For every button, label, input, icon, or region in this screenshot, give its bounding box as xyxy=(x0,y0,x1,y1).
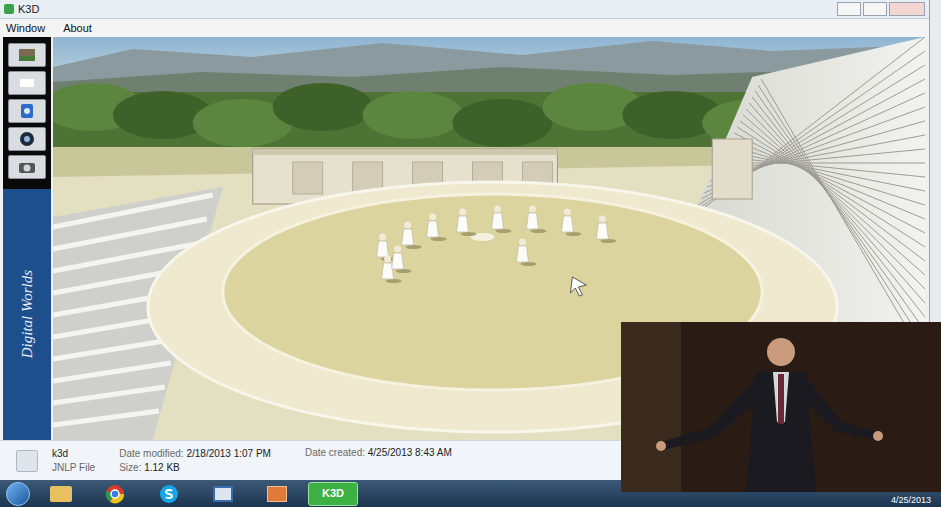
logo: Digital Worlds xyxy=(3,189,51,440)
chrome-icon xyxy=(105,484,125,504)
media-icon xyxy=(267,486,287,502)
window-icon xyxy=(213,486,233,502)
menu-bar: Window About xyxy=(0,19,929,37)
media-taskbar-button[interactable] xyxy=(254,482,300,506)
skype-icon xyxy=(159,484,179,504)
eye-button-icon xyxy=(16,130,38,148)
camera-button[interactable] xyxy=(8,155,46,179)
screen: K3D Window About Digital Worlds k3dJNLP File… xyxy=(0,0,941,507)
detail-field: Date modified: 2/18/2013 1:07 PM xyxy=(119,447,271,461)
menu-item[interactable]: About xyxy=(63,20,92,37)
minimize-button[interactable] xyxy=(837,2,861,16)
skype-taskbar-button[interactable] xyxy=(146,482,192,506)
view-button-icon xyxy=(16,46,38,64)
speaker-video xyxy=(621,322,941,492)
file-name-block: k3dJNLP File xyxy=(52,447,95,475)
explorer-taskbar-button[interactable] xyxy=(38,482,84,506)
file-type: JNLP File xyxy=(52,461,95,475)
file-icon xyxy=(16,450,38,472)
taskbar-button[interactable]: K3D xyxy=(308,482,358,506)
app-icon xyxy=(4,4,14,14)
blank-button[interactable] xyxy=(8,71,46,95)
app-taskbar-button[interactable] xyxy=(200,482,246,506)
toolbar: Digital Worlds xyxy=(3,37,51,440)
maximize-button[interactable] xyxy=(863,2,887,16)
menu-item[interactable]: Window xyxy=(6,20,45,37)
detail-field: Date created: 4/25/2013 8:43 AM xyxy=(305,446,452,460)
camera-button-icon xyxy=(16,158,38,176)
window-controls xyxy=(837,2,925,16)
taskbar-clock: 4/25/2013 xyxy=(891,495,935,507)
close-button[interactable] xyxy=(889,2,925,16)
speaker-figure xyxy=(621,322,941,492)
window-title: K3D xyxy=(18,1,39,18)
logo-text: Digital Worlds xyxy=(16,270,39,358)
chrome-taskbar-button[interactable] xyxy=(92,482,138,506)
detail-field: Size: 1.12 KB xyxy=(119,461,271,475)
mac-button-icon xyxy=(16,102,38,120)
blank-button-icon xyxy=(16,74,38,92)
mac-button[interactable] xyxy=(8,99,46,123)
start-button[interactable] xyxy=(6,482,30,506)
file-meta: Date modified: 2/18/2013 1:07 PMSize: 1.… xyxy=(119,447,271,475)
file-name: k3d xyxy=(52,447,95,461)
eye-button[interactable] xyxy=(8,127,46,151)
folder-icon xyxy=(50,486,72,502)
title-bar[interactable]: K3D xyxy=(0,0,929,19)
view-button[interactable] xyxy=(8,43,46,67)
file-meta-2: Date created: 4/25/2013 8:43 AM xyxy=(305,441,452,460)
